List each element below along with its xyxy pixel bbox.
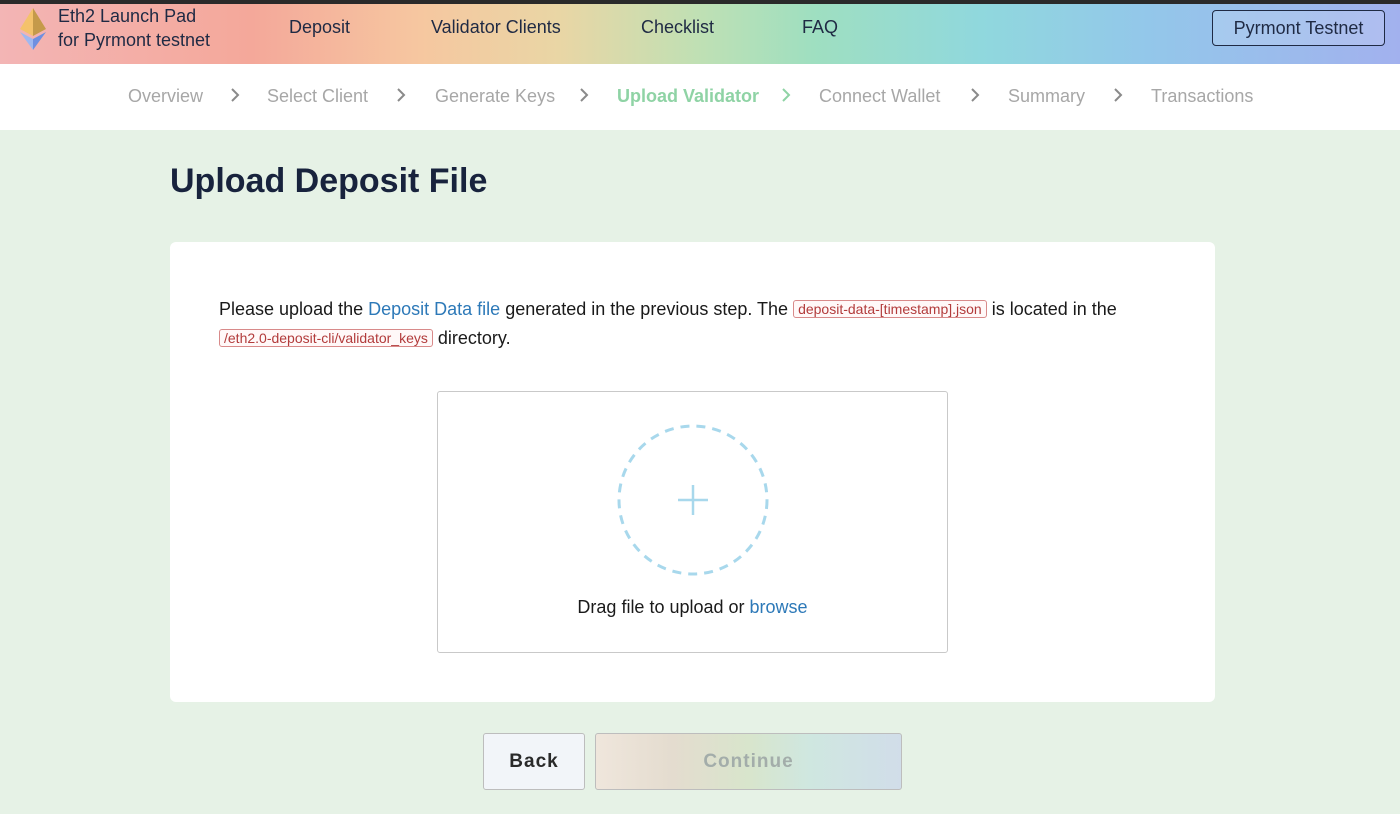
page-title: Upload Deposit File [170, 162, 488, 200]
deposit-filename-code: deposit-data-[timestamp].json [793, 300, 987, 318]
desc-text: is located in the [986, 299, 1117, 319]
browse-link[interactable]: browse [750, 597, 808, 617]
upload-description: Please upload the Deposit Data file gene… [219, 295, 1179, 353]
chevron-right-icon [231, 88, 240, 102]
nav-validator-clients[interactable]: Validator Clients [431, 17, 561, 38]
step-summary: Summary [1008, 86, 1086, 106]
nav-checklist[interactable]: Checklist [641, 17, 714, 38]
nav-deposit[interactable]: Deposit [289, 17, 350, 38]
directory-path-code: /eth2.0-deposit-cli/validator_keys [219, 329, 433, 347]
upload-card: Please upload the Deposit Data file gene… [170, 242, 1215, 702]
deposit-data-file-link[interactable]: Deposit Data file [368, 299, 500, 319]
brand-line-2: for Pyrmont testnet [58, 30, 211, 50]
chevron-right-icon [782, 88, 791, 102]
step-generate-keys: Generate Keys [435, 86, 556, 106]
drag-label: Drag file to upload or [577, 597, 750, 617]
chevron-right-icon [580, 88, 589, 102]
top-nav-bar: Eth2 Launch Pad for Pyrmont testnet Depo… [0, 4, 1400, 64]
continue-button[interactable]: Continue [595, 733, 902, 790]
file-dropzone[interactable]: Drag file to upload or browse [437, 391, 948, 653]
chevron-right-icon [397, 88, 406, 102]
brand-title[interactable]: Eth2 Launch Pad for Pyrmont testnet [58, 4, 210, 52]
step-overview: Overview [128, 86, 204, 106]
ethereum-logo-icon[interactable] [18, 8, 48, 50]
step-select-client: Select Client [267, 86, 369, 106]
step-transactions: Transactions [1151, 86, 1254, 106]
network-button[interactable]: Pyrmont Testnet [1212, 10, 1385, 46]
nav-faq[interactable]: FAQ [802, 17, 838, 38]
desc-text: generated in the previous step. The [500, 299, 794, 319]
desc-text: directory. [432, 328, 511, 348]
step-upload-validator: Upload Validator [617, 86, 760, 106]
chevron-right-icon [971, 88, 980, 102]
desc-text: Please upload the [219, 299, 369, 319]
progress-steps: Overview Select Client Generate Keys Upl… [0, 64, 1400, 130]
brand-line-1: Eth2 Launch Pad [58, 6, 197, 26]
back-button[interactable]: Back [483, 733, 585, 790]
step-connect-wallet: Connect Wallet [819, 86, 941, 106]
dropzone-text: Drag file to upload or browse [438, 597, 947, 618]
chevron-right-icon [1114, 88, 1123, 102]
plus-icon[interactable] [617, 424, 769, 576]
